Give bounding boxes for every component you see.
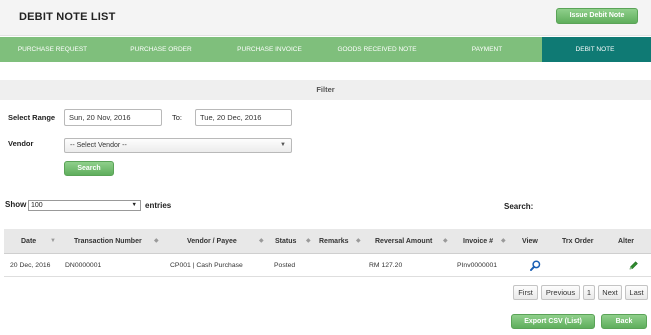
date-to-input[interactable]: Tue, 20 Dec, 2016 [195, 109, 292, 126]
vendor-label: Vendor [8, 139, 34, 148]
cell-status: Posted [274, 262, 296, 269]
column-reversal-amount[interactable]: Reversal Amount [375, 229, 432, 254]
cell-invoice: PInv0000001 [457, 262, 498, 269]
nav-purchase-order[interactable]: PURCHASE ORDER [105, 37, 217, 62]
column-alter: Alter [618, 238, 634, 245]
column-view: View [522, 238, 538, 245]
sort-icon[interactable]: ◆ [259, 229, 264, 254]
pager-next-button[interactable]: Next [598, 285, 622, 300]
sort-icon[interactable]: ◆ [154, 229, 159, 254]
chevron-down-icon: ▼ [131, 202, 137, 208]
issue-debit-note-button[interactable]: Issue Debit Note [556, 8, 638, 24]
pager-page-1[interactable]: 1 [583, 285, 595, 300]
column-date[interactable]: Date [21, 229, 36, 254]
vendor-select[interactable]: -- Select Vendor -- ▼ [64, 138, 292, 153]
sort-icon[interactable]: ▼ [50, 229, 56, 254]
column-vendor-payee[interactable]: Vendor / Payee [187, 229, 237, 254]
search-label: Search: [504, 202, 534, 211]
table-header: Date ▼ Transaction Number ◆ Vendor / Pay… [4, 229, 651, 254]
vendor-select-value: -- Select Vendor -- [70, 142, 127, 149]
column-invoice[interactable]: Invoice # [463, 229, 493, 254]
show-label: Show [5, 200, 27, 209]
cell-transaction-number: DN0000001 [65, 262, 102, 269]
table-row: 20 Dec, 2016 DN0000001 CP001 | Cash Purc… [4, 255, 651, 277]
module-nav: PURCHASE REQUEST PURCHASE ORDER PURCHASE… [0, 37, 651, 62]
column-transaction-number[interactable]: Transaction Number [74, 229, 142, 254]
pager-first-button[interactable]: First [513, 285, 538, 300]
entries-label: entries [145, 201, 172, 210]
pager-previous-button[interactable]: Previous [541, 285, 580, 300]
export-csv-button[interactable]: Export CSV (List) [511, 314, 595, 329]
date-from-input[interactable]: Sun, 20 Nov, 2016 [64, 109, 162, 126]
entries-select-value: 100 [31, 202, 43, 209]
page-title: DEBIT NOTE LIST [19, 11, 116, 23]
pager-last-button[interactable]: Last [625, 285, 648, 300]
chevron-down-icon: ▼ [280, 142, 286, 148]
nav-goods-received-note[interactable]: GOODS RECEIVED NOTE [322, 37, 432, 62]
nav-debit-note[interactable]: DEBIT NOTE [542, 37, 648, 62]
entries-select[interactable]: 100 ▼ [28, 200, 141, 211]
nav-purchase-invoice[interactable]: PURCHASE INVOICE [217, 37, 322, 62]
cell-reversal-amount: RM 127.20 [369, 262, 403, 269]
column-trx-order: Trx Order [562, 238, 594, 245]
cell-vendor: CP001 | Cash Purchase [170, 262, 243, 269]
nav-payment[interactable]: PAYMENT [432, 37, 542, 62]
magnifier-icon[interactable] [530, 260, 541, 272]
filter-heading: Filter [0, 80, 651, 100]
back-button[interactable]: Back [601, 314, 647, 329]
top-bar: DEBIT NOTE LIST Issue Debit Note [0, 0, 651, 36]
column-status[interactable]: Status [275, 229, 296, 254]
nav-purchase-request[interactable]: PURCHASE REQUEST [0, 37, 105, 62]
pencil-icon[interactable] [628, 260, 639, 272]
column-remarks[interactable]: Remarks [319, 229, 349, 254]
cell-date: 20 Dec, 2016 [10, 262, 51, 269]
to-label: To: [172, 113, 183, 122]
sort-icon[interactable]: ◆ [356, 229, 361, 254]
sort-icon[interactable]: ◆ [501, 229, 506, 254]
sort-icon[interactable]: ◆ [443, 229, 448, 254]
search-button[interactable]: Search [64, 161, 114, 176]
sort-icon[interactable]: ◆ [306, 229, 311, 254]
select-range-label: Select Range [8, 113, 56, 122]
